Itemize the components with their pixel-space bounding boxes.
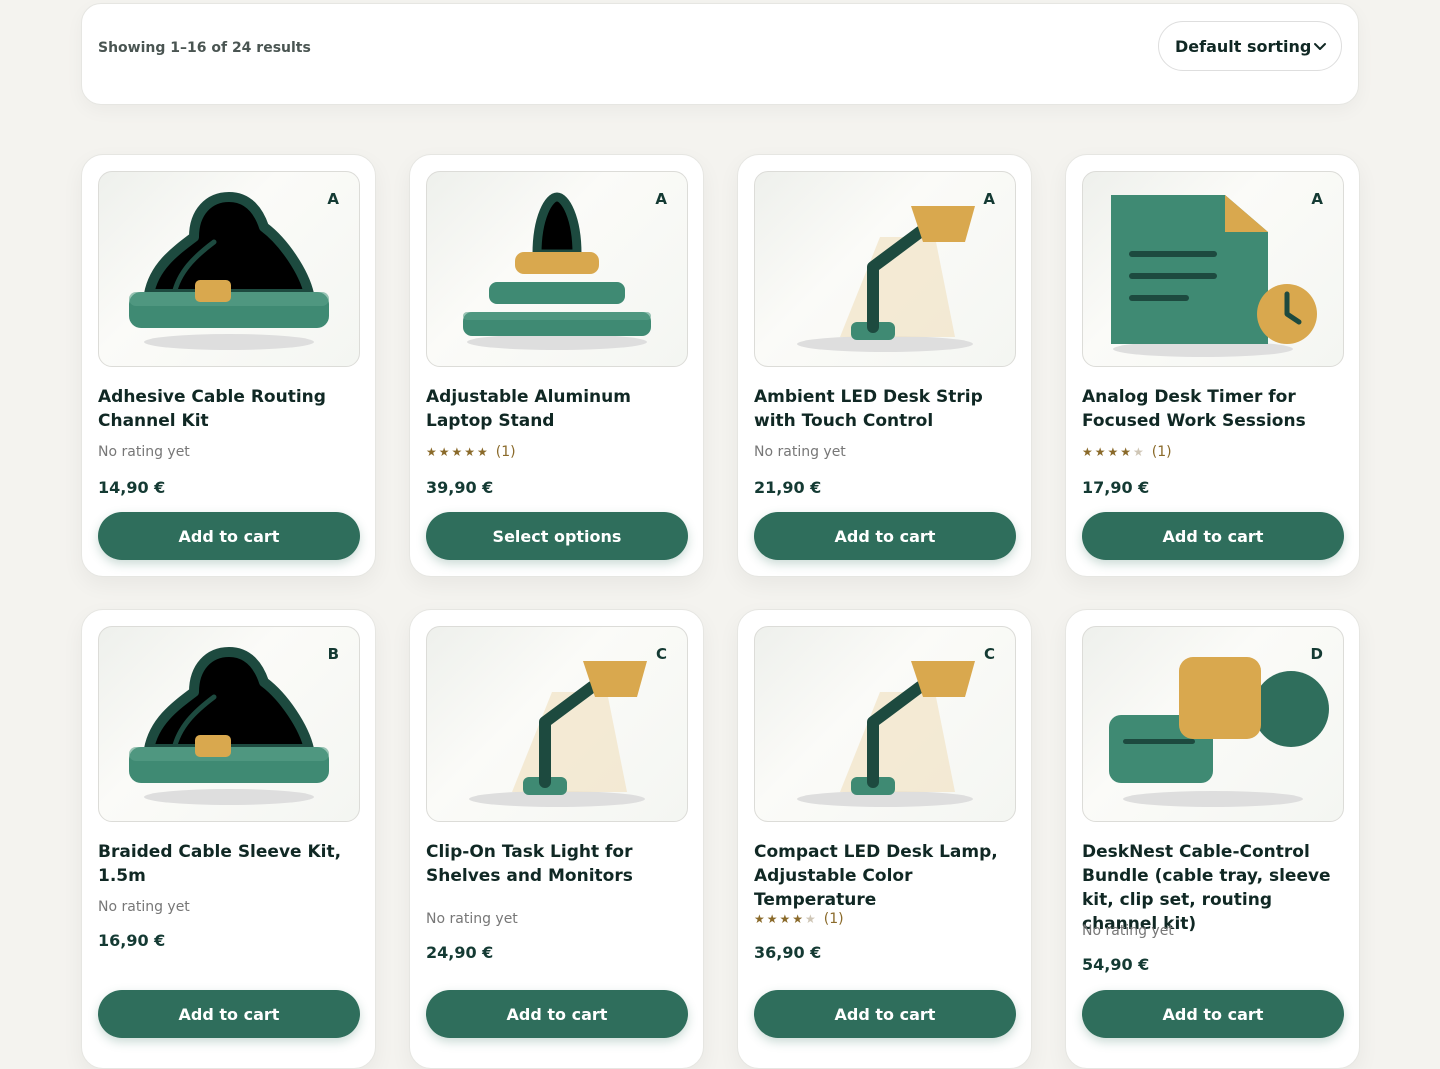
star-rating: ★★★★★ (1) — [426, 444, 516, 460]
add-to-cart-button[interactable]: Add to cart — [754, 512, 1016, 560]
sort-label: Default sorting — [1175, 36, 1312, 56]
result-count: Showing 1–16 of 24 results — [98, 40, 311, 56]
product-card: C Clip-On Task Light for Shelves and Mon… — [409, 609, 704, 1069]
product-card: A Adjustable Aluminum Laptop Stand ★★★★★… — [409, 154, 704, 577]
product-badge: C — [983, 645, 995, 663]
product-title[interactable]: DeskNest Cable-Control Bundle (cable tra… — [1082, 840, 1344, 936]
product-card: A Adhesive Cable Routing Channel Kit No … — [81, 154, 376, 577]
product-badge: C — [655, 645, 667, 663]
product-price: 39,90 € — [426, 478, 494, 497]
add-to-cart-button[interactable]: Add to cart — [98, 512, 360, 560]
product-card: D DeskNest Cable-Control Bundle (cable t… — [1065, 609, 1360, 1069]
product-price: 54,90 € — [1082, 955, 1150, 974]
rating-stars-5: ★★★★★ — [426, 445, 490, 459]
rating-stars-4: ★★★★★ — [1082, 445, 1146, 459]
product-badge: A — [1311, 190, 1323, 208]
desk-lamp-art — [469, 661, 647, 807]
product-badge: B — [327, 645, 339, 663]
product-price: 17,90 € — [1082, 478, 1150, 497]
product-title[interactable]: Adhesive Cable Routing Channel Kit — [98, 385, 360, 433]
rating-text: No rating yet — [1082, 923, 1174, 939]
add-to-cart-button[interactable]: Add to cart — [1082, 512, 1344, 560]
product-image[interactable]: A — [1082, 171, 1344, 367]
product-card: A Analog Desk Timer for Focused Work Ses… — [1065, 154, 1360, 577]
product-title[interactable]: Compact LED Desk Lamp, Adjustable Color … — [754, 840, 1016, 912]
product-image[interactable]: B — [98, 626, 360, 822]
product-badge: A — [655, 190, 667, 208]
product-image[interactable]: A — [98, 171, 360, 367]
document-clock-art — [1111, 195, 1317, 357]
product-image[interactable]: A — [426, 171, 688, 367]
product-card: A Ambient LED Desk Strip with Touch Cont… — [737, 154, 1032, 577]
product-price: 16,90 € — [98, 931, 166, 950]
bundle-shapes-art — [1109, 657, 1329, 807]
rating-count[interactable]: (1) — [496, 444, 516, 460]
product-title[interactable]: Clip-On Task Light for Shelves and Monit… — [426, 840, 688, 888]
cable-sleeve-art — [129, 647, 329, 805]
product-price: 14,90 € — [98, 478, 166, 497]
add-to-cart-button[interactable]: Add to cart — [426, 990, 688, 1038]
product-image[interactable]: C — [754, 626, 1016, 822]
cable-sleeve-art — [129, 192, 329, 350]
product-image[interactable]: C — [426, 626, 688, 822]
rating-text: No rating yet — [98, 899, 190, 915]
product-title[interactable]: Ambient LED Desk Strip with Touch Contro… — [754, 385, 1016, 433]
chevron-down-icon — [1314, 43, 1326, 50]
product-title[interactable]: Analog Desk Timer for Focused Work Sessi… — [1082, 385, 1344, 433]
star-rating: ★★★★★ (1) — [754, 911, 844, 927]
laptop-stand-art — [463, 192, 651, 350]
rating-text: No rating yet — [98, 444, 190, 460]
star-rating: ★★★★★ (1) — [1082, 444, 1172, 460]
product-price: 36,90 € — [754, 943, 822, 962]
rating-stars-4: ★★★★★ — [754, 912, 818, 926]
product-price: 21,90 € — [754, 478, 822, 497]
add-to-cart-button[interactable]: Add to cart — [1082, 990, 1344, 1038]
product-card: C Compact LED Desk Lamp, Adjustable Colo… — [737, 609, 1032, 1069]
product-title[interactable]: Adjustable Aluminum Laptop Stand — [426, 385, 688, 433]
select-options-button[interactable]: Select options — [426, 512, 688, 560]
add-to-cart-button[interactable]: Add to cart — [754, 990, 1016, 1038]
rating-text: No rating yet — [426, 911, 518, 927]
product-title[interactable]: Braided Cable Sleeve Kit, 1.5m — [98, 840, 360, 888]
desk-lamp-art — [797, 206, 975, 352]
product-card: B Braided Cable Sleeve Kit, 1.5m No rati… — [81, 609, 376, 1069]
shop-toolbar: Showing 1–16 of 24 results Default sorti… — [81, 3, 1359, 105]
desk-lamp-art — [797, 661, 975, 807]
sort-dropdown[interactable]: Default sorting — [1158, 21, 1342, 71]
product-image[interactable]: D — [1082, 626, 1344, 822]
rating-count[interactable]: (1) — [1152, 444, 1172, 460]
product-badge: A — [983, 190, 995, 208]
add-to-cart-button[interactable]: Add to cart — [98, 990, 360, 1038]
product-image[interactable]: A — [754, 171, 1016, 367]
rating-text: No rating yet — [754, 444, 846, 460]
product-price: 24,90 € — [426, 943, 494, 962]
product-badge: A — [327, 190, 339, 208]
rating-count[interactable]: (1) — [824, 911, 844, 927]
product-badge: D — [1310, 645, 1323, 663]
